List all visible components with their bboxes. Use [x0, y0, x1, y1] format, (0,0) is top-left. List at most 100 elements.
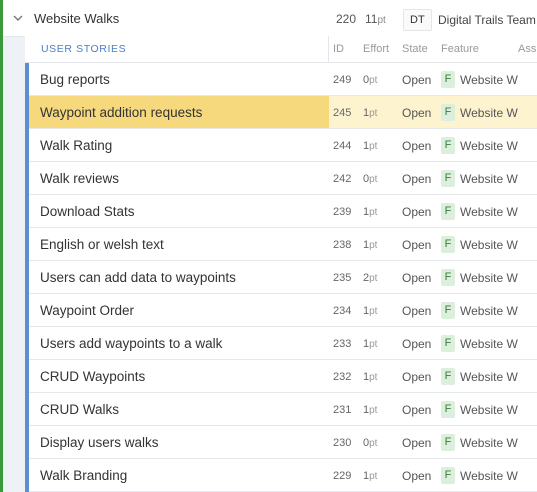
feature-badge: F — [441, 71, 455, 88]
story-feature-name[interactable]: Website W — [460, 370, 518, 384]
story-state[interactable]: Open — [402, 436, 431, 450]
column-user-stories[interactable]: USER STORIES — [41, 43, 126, 55]
story-title[interactable]: Walk Rating — [40, 138, 112, 153]
story-title[interactable]: Display users walks — [40, 435, 159, 450]
story-id: 232 — [333, 371, 352, 383]
column-effort[interactable]: Effort — [363, 43, 389, 55]
story-title[interactable]: CRUD Waypoints — [40, 369, 145, 384]
story-title-cell[interactable]: Display users walks — [29, 426, 329, 458]
story-feature-name[interactable]: Website W — [460, 139, 518, 153]
story-id: 231 — [333, 404, 352, 416]
story-title[interactable]: Walk Branding — [40, 468, 127, 483]
story-title-cell[interactable]: Waypoint Order — [29, 294, 329, 326]
feature-title[interactable]: Website Walks — [34, 11, 119, 26]
story-title[interactable]: Users can add data to waypoints — [40, 270, 236, 285]
team-badge[interactable]: DT — [403, 9, 432, 31]
story-title-cell[interactable]: Walk reviews — [29, 162, 329, 194]
story-title-cell[interactable]: Users add waypoints to a walk — [29, 327, 329, 359]
story-effort[interactable]: 0pt — [363, 437, 377, 449]
feature-row[interactable]: Website Walks 220 11pt DT Digital Trails… — [3, 0, 537, 37]
chevron-down-icon[interactable] — [12, 11, 24, 23]
story-effort[interactable]: 1pt — [363, 107, 377, 119]
story-row[interactable]: Bug reports 249 0pt Open F Website W — [25, 63, 537, 96]
story-title-cell[interactable]: Walk Branding — [29, 459, 329, 491]
story-feature-name[interactable]: Website W — [460, 238, 518, 252]
story-title-cell[interactable]: CRUD Waypoints — [29, 360, 329, 392]
story-state[interactable]: Open — [402, 106, 431, 120]
story-effort[interactable]: 1pt — [363, 338, 377, 350]
story-title-cell[interactable]: Walk Rating — [29, 129, 329, 161]
story-state[interactable]: Open — [402, 304, 431, 318]
story-state[interactable]: Open — [402, 238, 431, 252]
story-feature-name[interactable]: Website W — [460, 337, 518, 351]
story-row[interactable]: English or welsh text 238 1pt Open F Website … — [25, 228, 537, 261]
story-title[interactable]: Waypoint Order — [40, 303, 134, 318]
story-row[interactable]: Display users walks 230 0pt Open F Website W — [25, 426, 537, 459]
story-row[interactable]: CRUD Waypoints 232 1pt Open F Website W — [25, 360, 537, 393]
story-feature-name[interactable]: Website W — [460, 205, 518, 219]
story-state[interactable]: Open — [402, 403, 431, 417]
story-effort-unit: pt — [369, 339, 378, 350]
story-title-cell[interactable]: Bug reports — [29, 63, 329, 95]
story-row[interactable]: CRUD Walks 231 1pt Open F Website W — [25, 393, 537, 426]
story-title[interactable]: Users add waypoints to a walk — [40, 336, 222, 351]
story-feature-name[interactable]: Website W — [460, 469, 518, 483]
story-row[interactable]: Users can add data to waypoints 235 2pt Ope… — [25, 261, 537, 294]
story-effort[interactable]: 1pt — [363, 140, 377, 152]
story-row[interactable]: Users add waypoints to a walk 233 1pt Open F… — [25, 327, 537, 360]
story-feature-name[interactable]: Website W — [460, 73, 518, 87]
story-state[interactable]: Open — [402, 271, 431, 285]
feature-badge: F — [441, 401, 455, 418]
story-title-cell[interactable]: Download Stats — [29, 195, 329, 227]
story-title-cell[interactable]: Users can add data to waypoints — [29, 261, 329, 293]
story-effort[interactable]: 0pt — [363, 74, 377, 86]
story-feature-name[interactable]: Website W — [460, 304, 518, 318]
column-id[interactable]: ID — [333, 43, 344, 55]
column-assignee[interactable]: Ass — [518, 43, 536, 55]
story-row[interactable]: Walk Branding 229 1pt Open F Website W — [25, 459, 537, 492]
story-title[interactable]: Bug reports — [40, 72, 110, 87]
story-state[interactable]: Open — [402, 370, 431, 384]
story-effort-unit: pt — [369, 141, 378, 152]
story-effort[interactable]: 1pt — [363, 305, 377, 317]
left-gutter — [3, 36, 25, 492]
story-effort[interactable]: 1pt — [363, 239, 377, 251]
story-effort[interactable]: 0pt — [363, 173, 377, 185]
story-effort[interactable]: 1pt — [363, 371, 377, 383]
story-state[interactable]: Open — [402, 139, 431, 153]
story-title-cell[interactable]: English or welsh text — [29, 228, 329, 260]
story-effort[interactable]: 1pt — [363, 404, 377, 416]
story-title[interactable]: English or welsh text — [40, 237, 164, 252]
story-feature-name[interactable]: Website W — [460, 106, 518, 120]
story-row[interactable]: Walk reviews 242 0pt Open F Website W — [25, 162, 537, 195]
story-title-cell[interactable]: Waypoint addition requests — [29, 96, 329, 128]
story-state[interactable]: Open — [402, 205, 431, 219]
story-effort[interactable]: 1pt — [363, 470, 377, 482]
story-effort[interactable]: 1pt — [363, 206, 377, 218]
story-row[interactable]: Download Stats 239 1pt Open F Website W — [25, 195, 537, 228]
story-title[interactable]: Download Stats — [40, 204, 135, 219]
story-feature-name[interactable]: Website W — [460, 172, 518, 186]
story-state[interactable]: Open — [402, 337, 431, 351]
story-row[interactable]: Waypoint Order 234 1pt Open F Website W — [25, 294, 537, 327]
column-feature[interactable]: Feature — [441, 43, 479, 55]
story-effort-unit: pt — [369, 108, 378, 119]
story-row[interactable]: Waypoint addition requests 245 1pt Open F Web… — [25, 96, 537, 129]
story-title[interactable]: CRUD Walks — [40, 402, 119, 417]
story-feature-name[interactable]: Website W — [460, 271, 518, 285]
column-state[interactable]: State — [402, 43, 428, 55]
story-title[interactable]: Walk reviews — [40, 171, 119, 186]
story-state[interactable]: Open — [402, 73, 431, 87]
story-state[interactable]: Open — [402, 172, 431, 186]
story-row[interactable]: Walk Rating 244 1pt Open F Website W — [25, 129, 537, 162]
team-name[interactable]: Digital Trails Team — [438, 13, 536, 27]
story-feature-name[interactable]: Website W — [460, 436, 518, 450]
story-title[interactable]: Waypoint addition requests — [40, 105, 202, 120]
feature-badge: F — [441, 104, 455, 121]
story-effort-unit: pt — [369, 240, 378, 251]
story-title-cell[interactable]: CRUD Walks — [29, 393, 329, 425]
story-effort[interactable]: 2pt — [363, 272, 377, 284]
story-feature-name[interactable]: Website W — [460, 403, 518, 417]
feature-badge: F — [441, 368, 455, 385]
story-state[interactable]: Open — [402, 469, 431, 483]
